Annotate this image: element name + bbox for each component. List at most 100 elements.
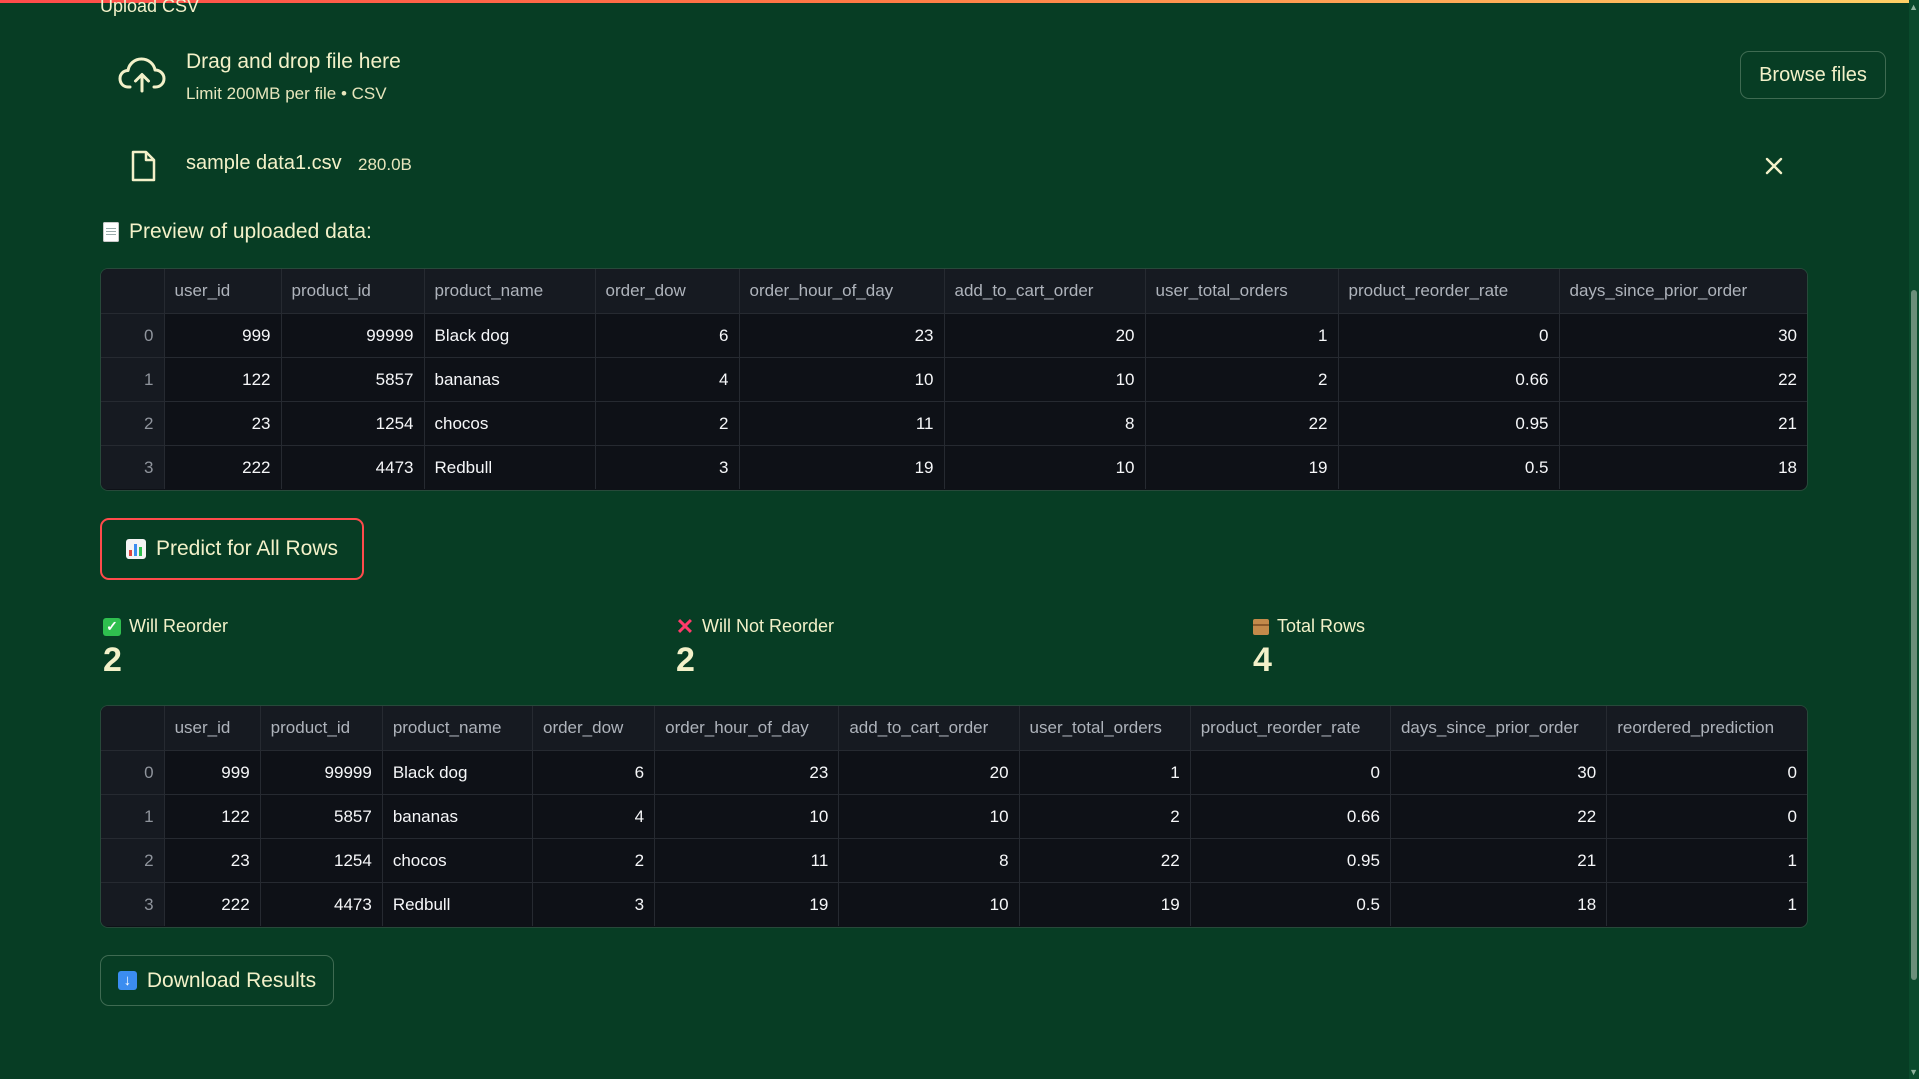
table-cell[interactable]: 999	[164, 313, 282, 358]
table-cell[interactable]: 1	[1606, 838, 1807, 883]
table-cell[interactable]: 19	[1145, 445, 1339, 489]
table-cell[interactable]: 23	[164, 838, 261, 883]
table-cell[interactable]: 23	[164, 401, 282, 446]
column-header[interactable]	[101, 706, 165, 751]
table-cell[interactable]: 99999	[260, 750, 383, 795]
table-cell[interactable]: 5857	[260, 794, 383, 839]
table-cell[interactable]: 0.66	[1190, 794, 1391, 839]
table-cell[interactable]: 10	[944, 445, 1146, 489]
column-header[interactable]: add_to_cart_order	[944, 269, 1146, 314]
column-header[interactable]: product_id	[260, 706, 383, 751]
table-cell[interactable]: 2	[1145, 357, 1339, 402]
table-cell[interactable]: chocos	[424, 401, 596, 446]
table-cell[interactable]: 4473	[281, 445, 425, 489]
column-header[interactable]: order_dow	[532, 706, 656, 751]
column-header[interactable]: product_name	[382, 706, 533, 751]
table-cell[interactable]: 19	[654, 882, 840, 926]
close-icon[interactable]	[1762, 154, 1786, 178]
column-header[interactable]: order_hour_of_day	[739, 269, 945, 314]
table-cell[interactable]: 0	[1606, 794, 1807, 839]
table-cell[interactable]: 8	[944, 401, 1146, 446]
scrollbar-thumb[interactable]	[1911, 290, 1917, 980]
table-cell[interactable]: 11	[739, 401, 945, 446]
table-cell[interactable]: 999	[164, 750, 261, 795]
table-cell[interactable]: 4473	[260, 882, 383, 926]
table-cell[interactable]: 23	[739, 313, 945, 358]
table-cell[interactable]: 1254	[281, 401, 425, 446]
column-header[interactable]	[101, 269, 165, 314]
column-header[interactable]: product_reorder_rate	[1190, 706, 1391, 751]
table-cell[interactable]: 10	[838, 794, 1020, 839]
table-cell[interactable]: 8	[838, 838, 1020, 883]
table-cell[interactable]: 122	[164, 357, 282, 402]
table-cell[interactable]: 1	[1607, 883, 1807, 927]
table-cell[interactable]: 0	[1190, 750, 1391, 795]
column-header[interactable]: product_id	[281, 269, 425, 314]
page-scrollbar[interactable]: ▲ ▼	[1909, 0, 1919, 1079]
table-cell[interactable]: 222	[164, 882, 261, 926]
table-cell[interactable]: Redbull	[382, 882, 533, 926]
download-results-button[interactable]: ↓ Download Results	[100, 955, 334, 1006]
column-header[interactable]: product_reorder_rate	[1338, 269, 1560, 314]
table-cell[interactable]: 10	[739, 357, 945, 402]
table-cell[interactable]: 222	[164, 445, 282, 489]
table-cell[interactable]: 11	[654, 838, 840, 883]
table-cell[interactable]: 0.5	[1338, 445, 1560, 489]
preview-table[interactable]: user_id product_id product_name order_do…	[100, 268, 1808, 491]
table-cell[interactable]: 0.95	[1190, 838, 1391, 883]
table-cell[interactable]: 0.95	[1338, 401, 1560, 446]
table-cell[interactable]: 2	[1019, 794, 1191, 839]
column-header[interactable]: add_to_cart_order	[838, 706, 1020, 751]
file-dropzone[interactable]: Drag and drop file here Limit 200MB per …	[100, 40, 1886, 110]
table-cell[interactable]: 1254	[260, 838, 383, 883]
table-cell[interactable]: 21	[1559, 401, 1807, 446]
table-cell[interactable]: 22	[1390, 794, 1608, 839]
column-header[interactable]: order_hour_of_day	[654, 706, 840, 751]
column-header[interactable]: reordered_prediction	[1606, 706, 1807, 751]
table-cell[interactable]: 10	[654, 794, 840, 839]
table-cell[interactable]: 4	[595, 357, 740, 402]
table-cell[interactable]: 19	[739, 445, 945, 489]
table-cell[interactable]: 22	[1559, 357, 1807, 402]
column-header[interactable]: user_total_orders	[1019, 706, 1191, 751]
table-cell[interactable]: 18	[1390, 882, 1608, 926]
table-cell[interactable]: 3	[595, 445, 740, 489]
table-cell[interactable]: 99999	[281, 313, 425, 358]
column-header[interactable]: user_id	[164, 269, 282, 314]
table-cell[interactable]: 5857	[281, 357, 425, 402]
table-cell[interactable]: 2	[532, 838, 656, 883]
table-cell[interactable]: 0	[1606, 750, 1807, 795]
table-cell[interactable]: 1	[1019, 750, 1191, 795]
column-header[interactable]: order_dow	[595, 269, 740, 314]
table-cell[interactable]: 21	[1390, 838, 1608, 883]
table-cell[interactable]: 19	[1019, 882, 1191, 926]
table-cell[interactable]: 10	[944, 357, 1146, 402]
predict-all-rows-button[interactable]: Predict for All Rows	[100, 518, 364, 580]
table-cell[interactable]: 22	[1019, 838, 1191, 883]
table-cell[interactable]: 20	[838, 750, 1020, 795]
scroll-up-icon[interactable]: ▲	[1909, 2, 1918, 12]
table-cell[interactable]: 0.66	[1338, 357, 1560, 402]
table-cell[interactable]: 122	[164, 794, 261, 839]
table-cell[interactable]: bananas	[424, 357, 596, 402]
table-cell[interactable]: 1	[1145, 313, 1339, 358]
column-header[interactable]: user_total_orders	[1145, 269, 1339, 314]
table-cell[interactable]: 23	[654, 750, 840, 795]
table-cell[interactable]: 3	[532, 882, 656, 926]
browse-files-button[interactable]: Browse files	[1740, 51, 1886, 99]
table-cell[interactable]: 6	[595, 313, 740, 358]
table-cell[interactable]: 2	[595, 401, 740, 446]
table-cell[interactable]: Redbull	[424, 445, 596, 489]
table-cell[interactable]: 30	[1390, 750, 1608, 795]
table-cell[interactable]: 22	[1145, 401, 1339, 446]
table-cell[interactable]: 20	[944, 313, 1146, 358]
column-header[interactable]: days_since_prior_order	[1559, 269, 1807, 314]
column-header[interactable]: user_id	[164, 706, 261, 751]
scroll-down-icon[interactable]: ▼	[1909, 1067, 1918, 1077]
table-cell[interactable]: bananas	[382, 794, 533, 839]
table-cell[interactable]: 30	[1559, 313, 1807, 358]
table-cell[interactable]: 18	[1559, 446, 1807, 490]
table-cell[interactable]: Black dog	[424, 313, 596, 358]
table-cell[interactable]: 4	[532, 794, 656, 839]
table-cell[interactable]: 0.5	[1190, 882, 1391, 926]
